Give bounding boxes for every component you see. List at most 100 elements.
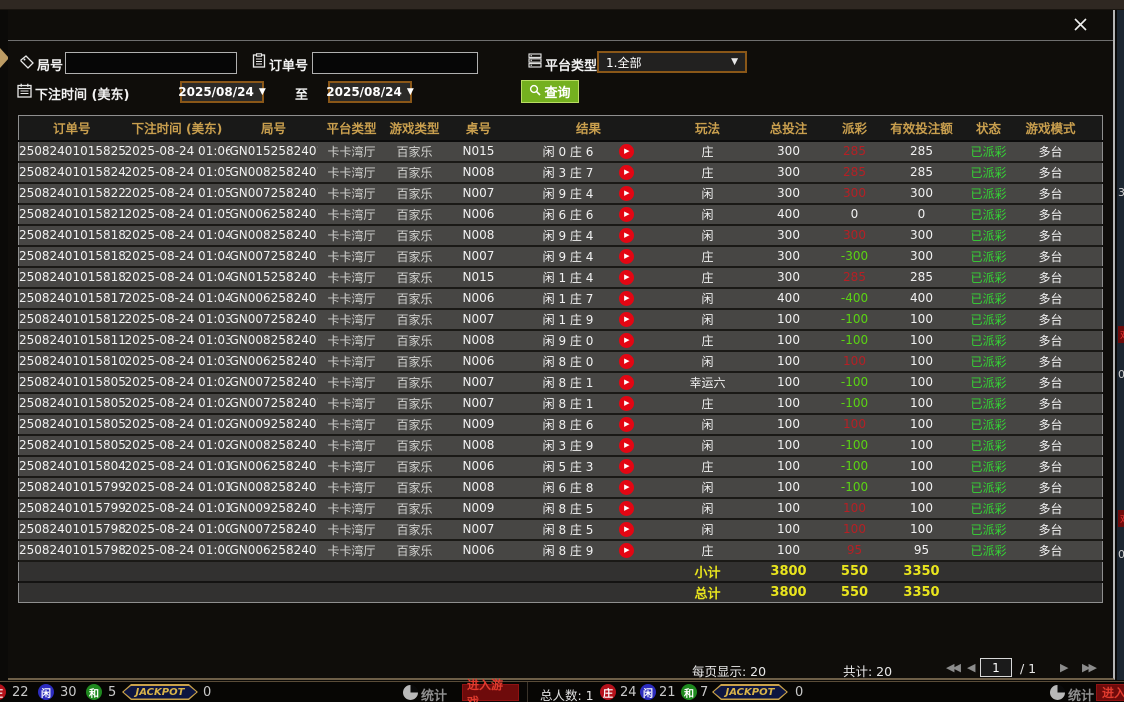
stats-button[interactable]: 统计 (421, 685, 447, 702)
table-cell: N008 (444, 477, 514, 498)
order-no-input[interactable] (312, 52, 478, 74)
table-cell (1084, 330, 1103, 351)
table-cell: 百家乐 (386, 204, 444, 225)
table-cell: 已派彩 (960, 288, 1018, 309)
bet-records-dialog: 局号 订单号 平台类型 1.全部 ▼ 下注时间 (美东) 2025/08/24 … (8, 10, 1115, 680)
table-cell: 已派彩 (960, 456, 1018, 477)
column-header-time: 下注时间 (美东) (125, 116, 230, 141)
jackpot-badge: JACKPOT (712, 684, 788, 700)
table-cell (1084, 309, 1103, 330)
table-cell: 百家乐 (386, 246, 444, 267)
table-cell: 闲 (664, 477, 752, 498)
first-page-icon[interactable]: ◀◀ (946, 661, 959, 674)
platform-type-value: 1.全部 (606, 54, 641, 71)
table-cell: 250824010158247 (19, 162, 125, 183)
replay-video-icon[interactable]: ▶ (619, 144, 634, 159)
table-cell: 多台 (1018, 162, 1084, 183)
replay-video-icon[interactable]: ▶ (619, 501, 634, 516)
table-cell: GN0082582401A (230, 330, 318, 351)
table-cell: 250824010158051 (19, 414, 125, 435)
replay-video-icon[interactable]: ▶ (619, 354, 634, 369)
player-count: 21 (659, 685, 676, 700)
date-to-picker[interactable]: 2025/08/24 ▼ (328, 81, 412, 103)
table-cell: 300 (826, 183, 884, 204)
table-cell: 250824010158109 (19, 351, 125, 372)
table-cell: N009 (444, 498, 514, 519)
table-cell: 2025-08-24 01:03:23 (125, 330, 230, 351)
last-page-icon[interactable]: ▶▶ (1082, 661, 1095, 674)
chevron-down-icon: ▼ (259, 87, 266, 97)
table-cell: 卡卡湾厅 (318, 372, 386, 393)
platform-type-select[interactable]: 1.全部 ▼ (597, 51, 747, 73)
table-cell: 285 (826, 141, 884, 162)
replay-video-icon[interactable]: ▶ (619, 417, 634, 432)
table-cell: GN0072582401D (230, 372, 318, 393)
tie-chip-icon: 和 (86, 684, 102, 700)
replay-video-icon[interactable]: ▶ (619, 291, 634, 306)
page-number-input[interactable] (980, 658, 1012, 677)
column-header-play: 玩法 (664, 116, 752, 141)
table-cell: 闲 6 庄 8 ▶ (514, 477, 664, 498)
table-cell: 卡卡湾厅 (318, 204, 386, 225)
table-cell (1084, 498, 1103, 519)
table-cell: 卡卡湾厅 (318, 330, 386, 351)
result-text: 闲 1 庄 9 (543, 311, 594, 328)
lobby-bar: 庄 22 闲 30 和 5 JACKPOT 0 统计 进入游戏 总人数: 1 庄… (0, 681, 1124, 702)
table-cell: GN00825824018 (230, 435, 318, 456)
search-button[interactable]: 查询 (521, 80, 579, 103)
replay-video-icon[interactable]: ▶ (619, 249, 634, 264)
table-cell: 100 (752, 477, 826, 498)
table-cell: 百家乐 (386, 498, 444, 519)
replay-video-icon[interactable]: ▶ (619, 312, 634, 327)
table-cell: 闲 0 庄 6▶ (514, 141, 664, 162)
column-header-bet: 总投注 (752, 116, 826, 141)
close-button[interactable] (1069, 10, 1091, 38)
table-row: 2508240101579962025-08-24 01:01:11GN0082… (19, 477, 1103, 498)
replay-video-icon[interactable]: ▶ (619, 396, 634, 411)
table-cell: 已派彩 (960, 267, 1018, 288)
bet-records-table: 订单号 下注时间 (美东) 局号 平台类型 游戏类型 桌号 结果 玩法 总投注 … (18, 115, 1103, 603)
table-cell: -100 (826, 330, 884, 351)
table-cell: 已派彩 (960, 498, 1018, 519)
table-cell: 百家乐 (386, 330, 444, 351)
table-cell: GN0082582401E (230, 162, 318, 183)
table-cell: 100 (752, 519, 826, 540)
stats-button[interactable]: 统计 (1068, 685, 1094, 702)
replay-video-icon[interactable]: ▶ (619, 270, 634, 285)
table-cell: 已派彩 (960, 372, 1018, 393)
column-header-game-no: 局号 (230, 116, 318, 141)
next-page-icon[interactable]: ▶ (1060, 661, 1066, 674)
replay-video-icon[interactable]: ▶ (619, 207, 634, 222)
result-text: 闲 6 庄 8 (543, 479, 594, 496)
table-cell: 100 (826, 519, 884, 540)
table-cell: GN0082582401C (230, 225, 318, 246)
table-cell: GN0072582401I (230, 183, 318, 204)
replay-video-icon[interactable]: ▶ (619, 375, 634, 390)
date-from-picker[interactable]: 2025/08/24 ▼ (180, 81, 264, 103)
replay-video-icon[interactable]: ▶ (619, 333, 634, 348)
enter-game-button[interactable]: 进入游戏 (1096, 684, 1124, 701)
game-no-input[interactable] (65, 52, 237, 74)
table-cell: 闲 8 庄 9▶ (514, 540, 664, 561)
replay-video-icon[interactable]: ▶ (619, 438, 634, 453)
replay-video-icon[interactable]: ▶ (619, 459, 634, 474)
replay-video-icon[interactable]: ▶ (619, 522, 634, 537)
replay-video-icon[interactable]: ▶ (619, 228, 634, 243)
enter-game-button[interactable]: 进入游戏 (462, 684, 519, 701)
replay-video-icon[interactable]: ▶ (619, 480, 634, 495)
table-cell: 95 (826, 540, 884, 561)
replay-video-icon[interactable]: ▶ (619, 165, 634, 180)
table-cell: 多台 (1018, 183, 1084, 204)
replay-video-icon[interactable]: ▶ (619, 186, 634, 201)
table-cell: 2025-08-24 01:01:59 (125, 456, 230, 477)
table-cell: 2025-08-24 01:04:48 (125, 246, 230, 267)
table-cell: 250824010158115 (19, 330, 125, 351)
tag-icon (20, 54, 34, 73)
table-cell: N015 (444, 141, 514, 162)
prev-page-icon[interactable]: ◀ (967, 661, 973, 674)
table-cell: GN00825824017 (230, 477, 318, 498)
table-cell: 250824010158226 (19, 183, 125, 204)
replay-video-icon[interactable]: ▶ (619, 543, 634, 558)
table-cell: 100 (884, 498, 960, 519)
result-text: 闲 1 庄 4 (543, 269, 594, 286)
